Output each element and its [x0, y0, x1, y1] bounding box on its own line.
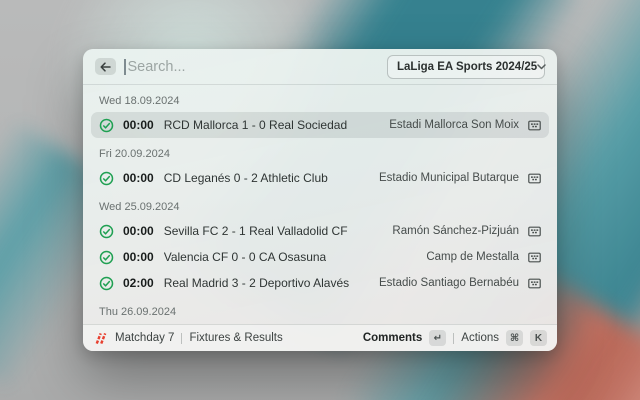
return-key-badge: ↵ — [429, 330, 446, 346]
footer-divider — [453, 333, 454, 344]
stadium-icon — [528, 277, 541, 290]
check-circle-icon — [99, 276, 114, 291]
match-venue: Estadio Municipal Butarque — [379, 172, 519, 184]
footer-divider — [181, 333, 182, 344]
match-row[interactable]: 00:00 Valencia CF 0 - 0 CA Osasuna Camp de… — [91, 244, 549, 270]
search-input[interactable]: Search... — [128, 59, 186, 75]
check-circle-icon — [99, 118, 114, 133]
back-button[interactable] — [95, 58, 116, 75]
stadium-icon — [528, 251, 541, 264]
match-time: 00:00 — [123, 250, 154, 264]
stadium-icon — [528, 172, 541, 185]
match-list: Wed 18.09.2024 00:00 RCD Mallorca 1 - 0 Re… — [83, 85, 557, 324]
footer-subtitle: Fixtures & Results — [189, 332, 282, 344]
search-bar: Search... LaLiga EA Sports 2024/25 — [83, 49, 557, 85]
match-title: Sevilla FC 2 - 1 Real Valladolid CF — [164, 224, 348, 238]
match-title: Valencia CF 0 - 0 CA Osasuna — [164, 250, 327, 264]
match-row[interactable]: 00:00 CD Leganés 0 - 2 Athletic Club Estad… — [91, 165, 549, 191]
league-dropdown[interactable]: LaLiga EA Sports 2024/25 — [387, 55, 545, 79]
league-dropdown-value: LaLiga EA Sports 2024/25 — [397, 61, 537, 73]
section-date-header: Fri 20.09.2024 — [99, 147, 541, 161]
match-time: 02:00 — [123, 276, 154, 290]
arrow-left-icon — [100, 62, 111, 72]
match-time: 00:00 — [123, 224, 154, 238]
stadium-icon — [528, 225, 541, 238]
section-date-header: Thu 26.09.2024 — [99, 305, 541, 319]
section-date-header: Wed 18.09.2024 — [99, 94, 541, 108]
match-title: Real Madrid 3 - 2 Deportivo Alavés — [164, 276, 349, 290]
k-key-badge: K — [530, 330, 547, 346]
match-venue: Ramón Sánchez-Pizjuán — [392, 225, 519, 237]
footer-bar: Matchday 7 Fixtures & Results Comments ↵… — [83, 324, 557, 351]
match-title: RCD Mallorca 1 - 0 Real Sociedad — [164, 118, 347, 132]
chevron-down-icon — [537, 64, 546, 70]
check-circle-icon — [99, 171, 114, 186]
match-time: 00:00 — [123, 118, 154, 132]
footer-actions: Comments ↵ Actions ⌘ K — [363, 330, 547, 346]
comments-button[interactable]: Comments — [363, 332, 422, 344]
command-palette-window: Search... LaLiga EA Sports 2024/25 Wed 1… — [83, 49, 557, 351]
desktop-background: Search... LaLiga EA Sports 2024/25 Wed 1… — [0, 0, 640, 400]
match-row[interactable]: 02:00 Real Madrid 3 - 2 Deportivo Alavés E… — [91, 270, 549, 296]
match-time: 00:00 — [123, 171, 154, 185]
command-key-badge: ⌘ — [506, 330, 523, 346]
check-circle-icon — [99, 250, 114, 265]
match-row[interactable]: 00:00 Sevilla FC 2 - 1 Real Valladolid CF… — [91, 218, 549, 244]
match-venue: Camp de Mestalla — [426, 251, 519, 263]
match-row[interactable]: 00:00 RCD Mallorca 1 - 0 Real Sociedad Est… — [91, 112, 549, 138]
match-venue: Estadio Santiago Bernabéu — [379, 277, 519, 289]
laliga-logo-icon — [93, 331, 108, 346]
text-caret — [124, 59, 126, 75]
check-circle-icon — [99, 224, 114, 239]
actions-button[interactable]: Actions — [461, 332, 499, 344]
match-venue: Estadi Mallorca Son Moix — [389, 119, 519, 131]
section-date-header: Wed 25.09.2024 — [99, 200, 541, 214]
stadium-icon — [528, 119, 541, 132]
footer-title: Matchday 7 — [115, 332, 174, 344]
match-title: CD Leganés 0 - 2 Athletic Club — [164, 171, 328, 185]
